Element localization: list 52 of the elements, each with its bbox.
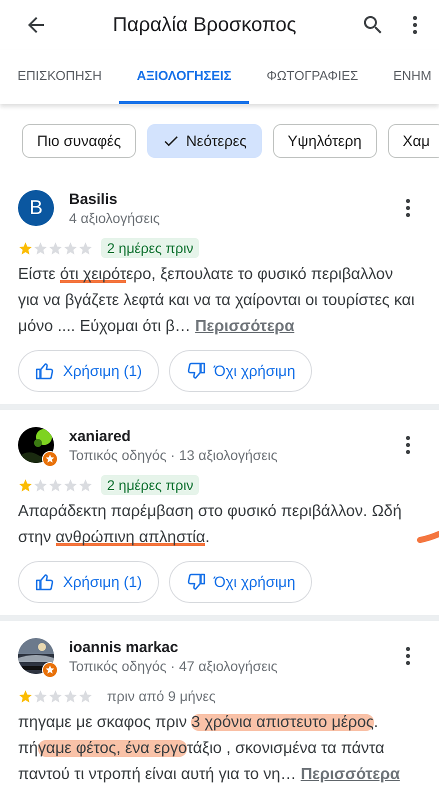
more-options-icon (406, 647, 410, 665)
star-icon (63, 478, 78, 492)
reviewer-info: 4 αξιολογήσεις (69, 210, 161, 226)
star-icon (33, 240, 48, 256)
review-date: 2 ημέρες πριν (101, 238, 200, 258)
thumbs-down-icon (186, 361, 206, 381)
reviewer-info: Τοπικός οδηγός · 13 αξιολογήσεις (69, 446, 279, 462)
star-icon (78, 478, 93, 492)
star-icon (18, 240, 33, 256)
reviewer-name[interactable]: ioannis markac (69, 638, 391, 656)
sort-chip[interactable]: Νεότερες (146, 124, 262, 158)
review-text: Είστε ότι χειρότερο, ξεπουλατε το φυσικό περιβαλλον για να βγάζετε λεφτά και να τα χαίρονται οι τουρίστες και μόνο .... Εύχομαι ότι β… Περισσότερα (18, 265, 415, 337)
more-options-icon (406, 199, 410, 217)
marker-stroke (417, 531, 439, 543)
star-icon (78, 240, 93, 256)
reviewer-info: Τοπικός οδηγός · 47 αξιολογήσεις (69, 658, 279, 674)
more-link[interactable]: Περισσότερα (195, 318, 294, 335)
reviewer-name[interactable]: xaniared (69, 428, 391, 444)
star-icon (63, 240, 78, 256)
thumbs-up-icon (35, 361, 55, 381)
vote-button[interactable]: Χρήσιμη (1) (18, 561, 159, 603)
review-date: 2 ημέρες πριν (101, 475, 200, 495)
vote-button[interactable]: Χρήσιμη (1) (18, 350, 159, 392)
more-options-icon (406, 436, 410, 454)
review-text: πηγαμε με σκαφος πριν 3 χρόνια απιστευτο μέρος. πήγαμε φέτος, ένα εργοτάξιο , σκονισμένα τα πάντα παντού τι ντροπή είναι αυτή για το νη… Περισσότερα (18, 713, 401, 785)
place-title: Παραλία Βροσκοπος (112, 14, 298, 36)
thumbs-up-icon (35, 572, 55, 592)
review-text: Απαράδεκτη παρέμβαση στο φυσικό περιβάλλον. Ωδή στην ανθρώπινη απληστία. (18, 502, 403, 548)
star-icon (78, 688, 93, 704)
star-icon (48, 478, 63, 492)
tab[interactable]: ΕΝΗΜ (376, 50, 439, 104)
reviewer-name[interactable]: Basilis (69, 190, 391, 208)
tab[interactable]: ΑΞΙΟΛΟΓΗΣΕΙΣ (119, 50, 249, 104)
star-icon (63, 688, 78, 704)
star-icon (18, 688, 33, 704)
star-icon (18, 478, 33, 492)
tab[interactable]: ΕΠΙΣΚΟΠΗΣΗ (0, 50, 120, 104)
star-icon (33, 688, 48, 704)
star-icon (33, 478, 48, 492)
more-link[interactable]: Περισσότερα (300, 766, 400, 783)
tab[interactable]: ΦΩΤΟΓΡΑΦΙΕΣ (248, 50, 376, 104)
review-date: πριν από 9 μήνες (106, 687, 217, 706)
sort-chip[interactable]: Πιο συναφές (22, 124, 136, 158)
more-options-icon[interactable] (413, 16, 417, 34)
vote-button[interactable]: Όχι χρήσιμη (168, 350, 312, 392)
sort-chip[interactable]: Υψηλότερη (272, 124, 377, 158)
sort-chip[interactable]: Χαμ (388, 124, 439, 158)
thumbs-down-icon (186, 572, 206, 592)
star-icon (48, 688, 63, 704)
vote-button[interactable]: Όχι χρήσιμη (168, 561, 312, 603)
user-avatar: B (18, 190, 54, 226)
star-icon (48, 240, 63, 256)
